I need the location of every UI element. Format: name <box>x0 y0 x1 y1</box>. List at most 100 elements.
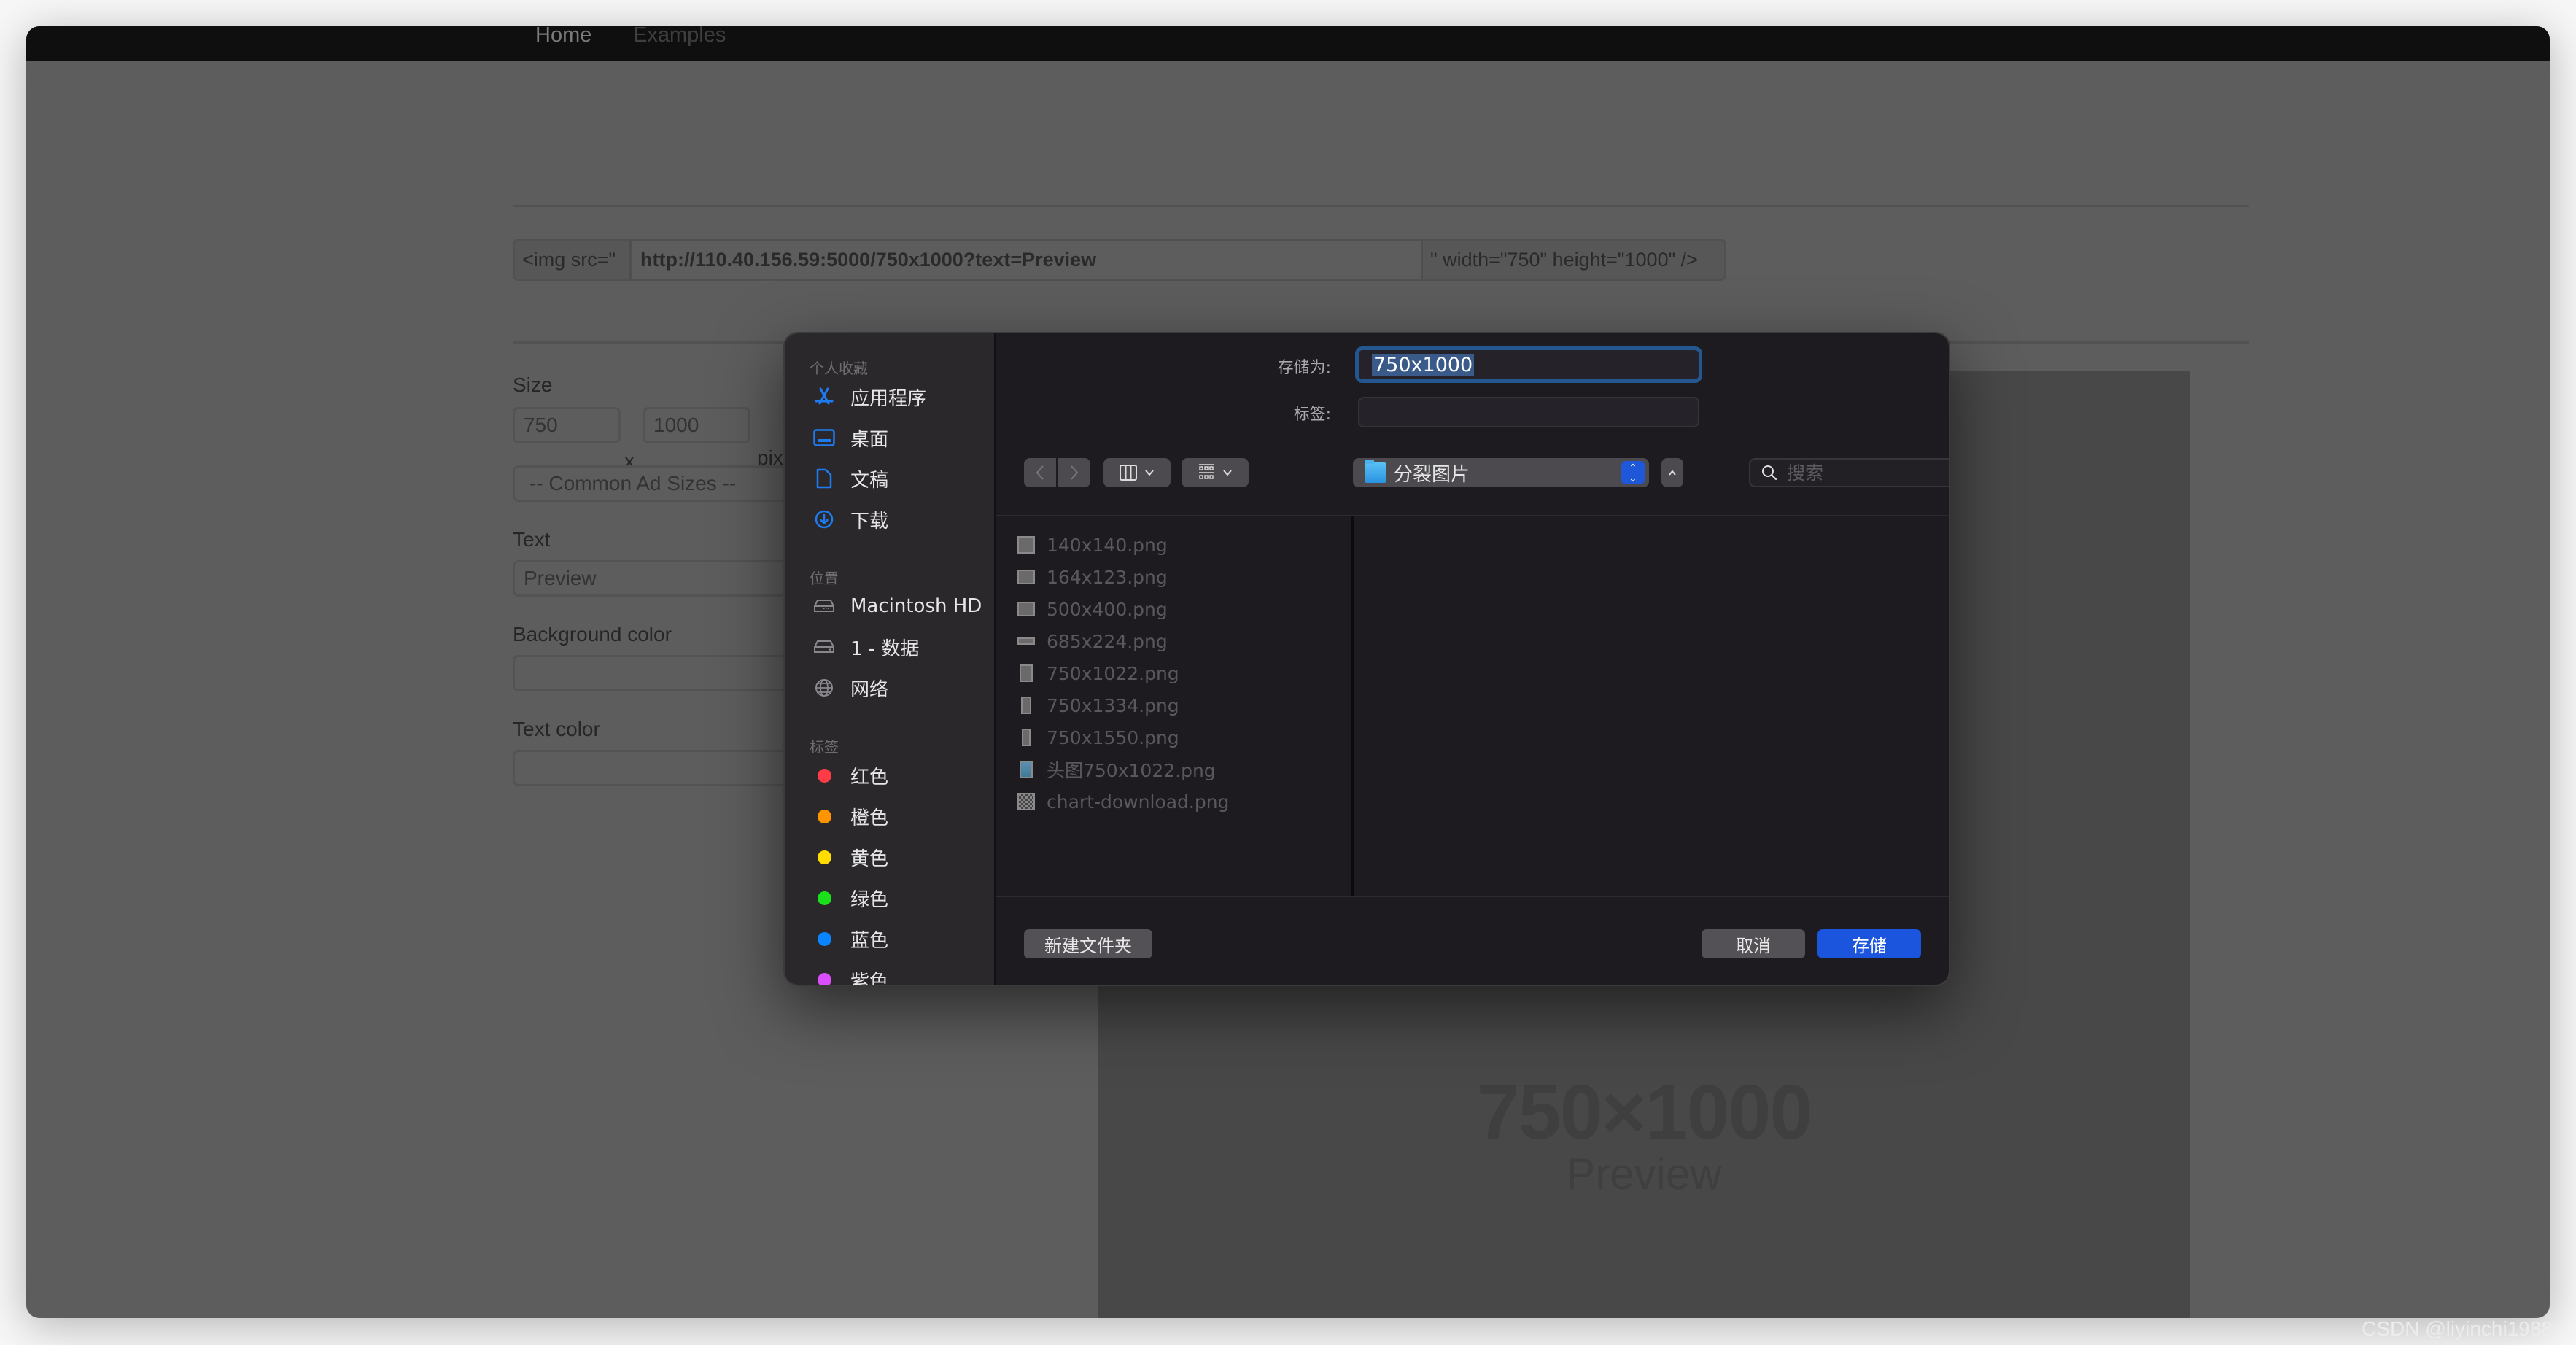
hard-drive-icon <box>812 594 836 618</box>
divider <box>996 896 1949 897</box>
height-input[interactable]: 1000 <box>643 407 750 443</box>
file-name: chart-download.png <box>1047 791 1230 813</box>
file-name: 750x1334.png <box>1047 694 1179 716</box>
forward-button[interactable] <box>1058 458 1090 487</box>
group-by-button[interactable] <box>1182 458 1249 487</box>
sidebar-item-desktop[interactable]: 桌面 <box>812 422 888 454</box>
view-mode-columns-button[interactable] <box>1103 458 1171 487</box>
background-color-input[interactable] <box>513 655 819 691</box>
file-name: 140x140.png <box>1047 534 1168 556</box>
file-list-item[interactable]: 头图750x1022.png <box>1016 753 1337 786</box>
chevron-down-icon <box>1223 470 1232 476</box>
back-button[interactable] <box>1024 458 1056 487</box>
watermark: CSDN @liyinchi1988 <box>2362 1317 2553 1340</box>
sidebar-item-label: 下载 <box>850 510 889 532</box>
divider <box>996 515 1949 516</box>
embed-url-field[interactable]: http://110.40.156.59:5000/750x1000?text=… <box>632 241 1421 279</box>
tag-color-dot-icon <box>812 927 836 950</box>
sidebar-item-label: 应用程序 <box>850 387 927 410</box>
search-field[interactable] <box>1749 458 1949 487</box>
sidebar-item-network[interactable]: 网络 <box>812 672 888 704</box>
sidebar-item-label: 绿色 <box>850 888 889 911</box>
sidebar-item-label: 黄色 <box>850 848 889 870</box>
sidebar-tag-item[interactable]: 紫色 <box>812 964 889 986</box>
sidebar-item-applications[interactable]: 应用程序 <box>812 381 926 413</box>
file-list-item[interactable]: 164x123.png <box>1016 561 1337 593</box>
desktop-icon <box>812 426 836 449</box>
tags-input[interactable] <box>1358 397 1699 427</box>
file-name: 164x123.png <box>1047 566 1168 588</box>
location-name: 分裂图片 <box>1394 463 1470 486</box>
tag-color-dot-icon <box>812 968 836 985</box>
file-name: 685x224.png <box>1047 630 1168 652</box>
column-resize-handle[interactable] <box>1351 516 1354 896</box>
sidebar-item-label: 蓝色 <box>850 929 889 952</box>
file-list-item[interactable]: 750x1334.png <box>1016 689 1337 721</box>
text-color-input[interactable] <box>513 750 819 786</box>
file-name: 750x1550.png <box>1047 726 1179 748</box>
text-input[interactable]: Preview <box>513 560 819 597</box>
columns-view-icon <box>1120 465 1137 481</box>
preview-dimension-text: 750×1000 <box>1476 1069 1813 1155</box>
file-name: 头图750x1022.png <box>1047 760 1216 781</box>
chevron-left-icon <box>1036 465 1044 480</box>
applications-icon <box>812 385 836 408</box>
file-list-item[interactable]: 685x224.png <box>1016 625 1337 657</box>
chevron-right-icon <box>1071 465 1079 480</box>
sidebar-item-label: 红色 <box>850 766 889 788</box>
tag-color-dot-icon <box>812 886 836 910</box>
save-as-input[interactable]: 750x1000 <box>1355 346 1702 383</box>
sidebar-item-label: 橙色 <box>850 807 889 829</box>
sidebar-item-data-volume[interactable]: 1 - 数据 <box>812 631 919 663</box>
file-list: 140x140.png 164x123.png 500x400.png 685x224… <box>1016 529 1337 818</box>
file-thumbnail-icon <box>1016 663 1036 683</box>
sidebar-tag-item[interactable]: 红色 <box>812 759 888 791</box>
sidebar-tag-item[interactable]: 蓝色 <box>812 923 888 955</box>
save-as-value: 750x1000 <box>1372 353 1475 376</box>
tag-color-dot-icon <box>812 805 836 828</box>
sidebar-item-downloads[interactable]: 下载 <box>812 503 888 535</box>
up-down-stepper-icon: ⌃ ⌃ <box>1621 461 1645 484</box>
search-input[interactable] <box>1787 462 1949 484</box>
collapse-button[interactable] <box>1661 458 1683 487</box>
location-popup[interactable]: 分裂图片 ⌃ ⌃ <box>1353 458 1649 487</box>
sidebar-item-label: 紫色 <box>850 970 889 986</box>
navbar: Home Examples <box>26 26 2550 61</box>
save-button[interactable]: 存储 <box>1817 929 1921 958</box>
background-color-label: Background color <box>513 623 672 646</box>
file-list-item[interactable]: 750x1550.png <box>1016 721 1337 753</box>
file-thumbnail-icon <box>1016 759 1036 780</box>
document-icon <box>812 467 836 490</box>
width-input[interactable]: 750 <box>513 407 621 443</box>
file-thumbnail-icon <box>1016 599 1036 619</box>
sidebar-item-label: 文稿 <box>850 469 889 492</box>
sidebar-tag-item[interactable]: 黄色 <box>812 841 888 873</box>
file-list-item[interactable]: 750x1022.png <box>1016 657 1337 689</box>
new-folder-button[interactable]: 新建文件夹 <box>1024 929 1152 958</box>
cancel-button[interactable]: 取消 <box>1702 929 1805 958</box>
folder-icon <box>1365 460 1386 483</box>
file-list-item[interactable]: chart-download.png <box>1016 786 1337 818</box>
sidebar-tag-item[interactable]: 绿色 <box>812 882 888 914</box>
tags-section-title: 标签 <box>810 738 839 756</box>
tag-dot <box>817 768 831 783</box>
file-thumbnail-icon <box>1016 695 1036 716</box>
nav-examples-link[interactable]: Examples <box>633 26 726 50</box>
file-thumbnail-icon <box>1016 727 1036 748</box>
file-list-item[interactable]: 500x400.png <box>1016 593 1337 625</box>
size-label: Size <box>513 373 553 396</box>
sidebar-item-documents[interactable]: 文稿 <box>812 462 888 495</box>
file-list-item[interactable]: 140x140.png <box>1016 529 1337 561</box>
sidebar-item-macintosh-hd[interactable]: Macintosh HD <box>812 590 982 622</box>
embed-suffix: " width="750" height="1000" /> <box>1421 241 1724 279</box>
search-icon <box>1762 465 1777 481</box>
common-ad-sizes-select[interactable]: -- Common Ad Sizes -- <box>513 465 819 502</box>
favorites-section-title: 个人收藏 <box>810 360 868 377</box>
sidebar-tag-item[interactable]: 橙色 <box>812 800 888 832</box>
sidebar-item-label: 1 - 数据 <box>850 637 920 660</box>
nav-home-link[interactable]: Home <box>535 26 591 50</box>
preview-caption: Preview <box>1566 1150 1722 1198</box>
download-icon <box>812 508 836 531</box>
save-as-label: 存储为: <box>1277 359 1331 377</box>
embed-prefix: <img src=" <box>515 241 632 279</box>
